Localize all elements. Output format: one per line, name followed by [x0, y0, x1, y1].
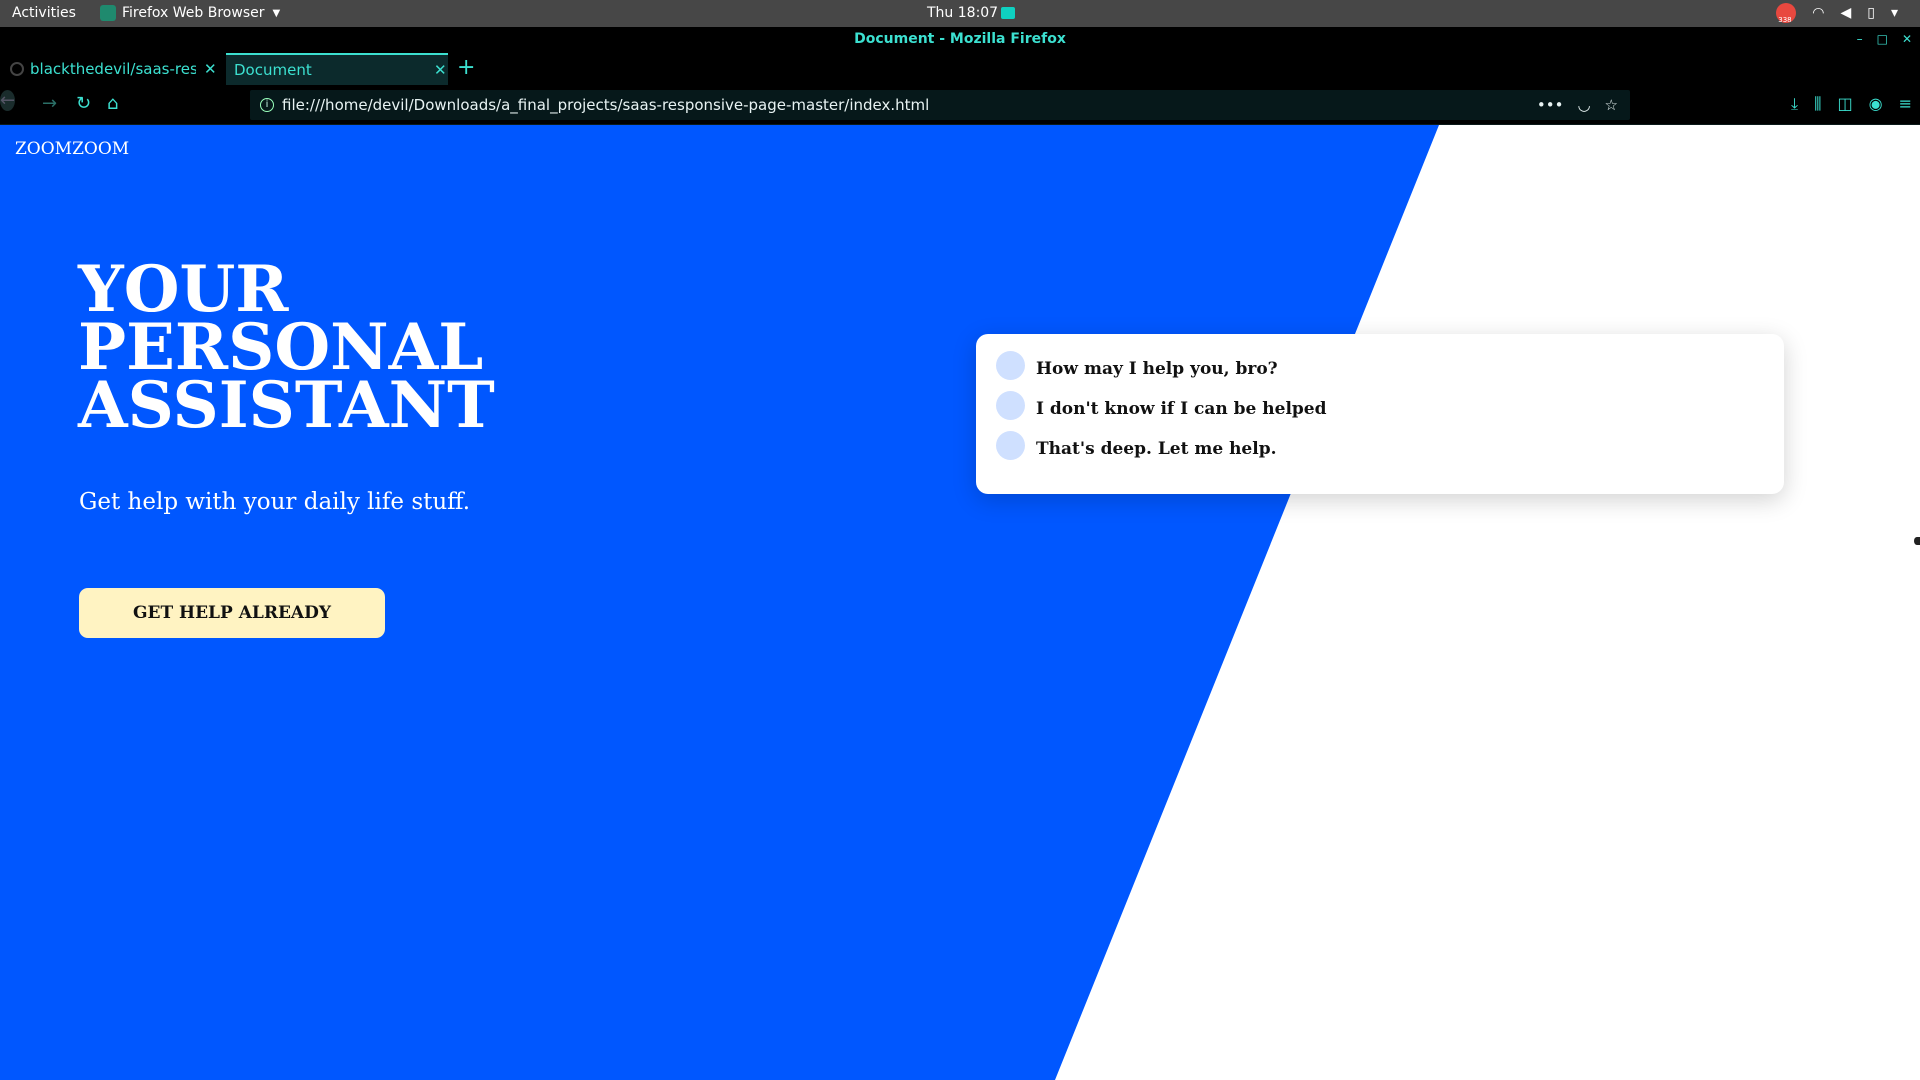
- badge-count: 338: [1778, 16, 1792, 24]
- chat-card: How may I help you, bro? I don't know if…: [976, 334, 1784, 494]
- get-help-button[interactable]: GET HELP ALREADY: [79, 588, 385, 638]
- window-title-bar: Document - Mozilla Firefox – □ ✕: [0, 27, 1920, 51]
- mouse-cursor: [1914, 537, 1920, 545]
- close-tab-icon[interactable]: ✕: [204, 60, 217, 78]
- clock[interactable]: Thu 18:07: [927, 5, 1016, 21]
- close-window-icon[interactable]: ✕: [1902, 27, 1912, 51]
- chat-message: That's deep. Let me help.: [996, 431, 1277, 460]
- forward-icon[interactable]: →: [42, 93, 57, 114]
- maximize-icon[interactable]: □: [1877, 27, 1888, 51]
- avatar: [996, 391, 1025, 420]
- window-controls: – □ ✕: [1857, 27, 1912, 51]
- tab-label: blackthedevil/saas-responsive-page: [30, 60, 196, 78]
- home-icon[interactable]: ⌂: [107, 93, 118, 114]
- hero-subtitle: Get help with your daily life stuff.: [79, 489, 471, 515]
- chat-message-text: I don't know if I can be helped: [1036, 398, 1327, 419]
- clock-notification-icon: [1001, 7, 1016, 19]
- account-icon[interactable]: ◉: [1869, 94, 1883, 114]
- new-tab-icon[interactable]: +: [457, 55, 475, 80]
- app-menu-label: Firefox Web Browser: [122, 5, 265, 21]
- downloads-icon[interactable]: ⤓: [1791, 94, 1798, 114]
- firefox-icon: [100, 5, 116, 21]
- toolbar-right: ⤓ ⫼ ◫ ◉ ≡: [1791, 94, 1912, 114]
- chat-message: I don't know if I can be helped: [996, 391, 1327, 420]
- url-actions: ••• ◡ ☆: [1537, 96, 1618, 114]
- reload-icon[interactable]: ↻: [76, 93, 91, 114]
- volume-icon: ◀: [1840, 5, 1852, 21]
- bookmark-star-icon[interactable]: ☆: [1605, 96, 1618, 114]
- window-title: Document - Mozilla Firefox: [854, 31, 1066, 47]
- navigation-toolbar: ← → ↻ ⌂ i file:///home/devil/Downloads/a…: [0, 85, 1920, 125]
- sidebar-icon[interactable]: ◫: [1838, 94, 1853, 114]
- url-text[interactable]: file:///home/devil/Downloads/a_final_pro…: [282, 96, 1537, 114]
- github-icon: [10, 62, 24, 76]
- library-icon[interactable]: ⫼: [1814, 94, 1821, 114]
- activities-button[interactable]: Activities: [12, 5, 76, 21]
- pocket-icon[interactable]: ◡: [1577, 96, 1590, 114]
- tab-strip: blackthedevil/saas-responsive-page ✕ Doc…: [0, 51, 1920, 85]
- info-icon[interactable]: i: [260, 98, 274, 112]
- site-logo[interactable]: ZOOMZOOM: [15, 139, 129, 159]
- caret-down-icon: ▼: [272, 7, 281, 19]
- chat-message-text: That's deep. Let me help.: [1036, 438, 1277, 459]
- chat-message-text: How may I help you, bro?: [1036, 358, 1278, 379]
- system-tray[interactable]: 338 ◠ ◀ ▯ ▾: [1776, 3, 1898, 24]
- page-viewport: ZOOMZOOM YOUR PERSONAL ASSISTANT Get hel…: [0, 125, 1920, 1080]
- minimize-icon[interactable]: –: [1857, 27, 1863, 51]
- battery-icon: ▯: [1867, 5, 1875, 21]
- tab-label: Document: [234, 61, 312, 79]
- headline-line: ASSISTANT: [78, 368, 495, 443]
- url-bar[interactable]: i file:///home/devil/Downloads/a_final_p…: [250, 90, 1630, 120]
- wifi-icon: ◠: [1812, 5, 1825, 21]
- system-top-bar: Activities Firefox Web Browser ▼ Thu 18:…: [0, 0, 1920, 27]
- avatar: [996, 431, 1025, 460]
- system-menu-caret-icon: ▾: [1890, 5, 1898, 21]
- close-tab-icon[interactable]: ✕: [434, 61, 447, 79]
- tab-github[interactable]: blackthedevil/saas-responsive-page ✕: [0, 53, 222, 85]
- notification-badge-icon[interactable]: 338: [1776, 3, 1797, 24]
- chat-message: How may I help you, bro?: [996, 351, 1278, 380]
- app-menu[interactable]: Firefox Web Browser ▼: [100, 5, 280, 21]
- avatar: [996, 351, 1025, 380]
- page-actions-icon[interactable]: •••: [1537, 96, 1564, 114]
- tab-document[interactable]: Document ✕: [226, 53, 448, 85]
- back-icon[interactable]: ←: [0, 90, 16, 111]
- clock-label: Thu 18:07: [927, 5, 999, 21]
- hero-headline: YOUR PERSONAL ASSISTANT: [78, 258, 495, 443]
- menu-icon[interactable]: ≡: [1899, 94, 1912, 114]
